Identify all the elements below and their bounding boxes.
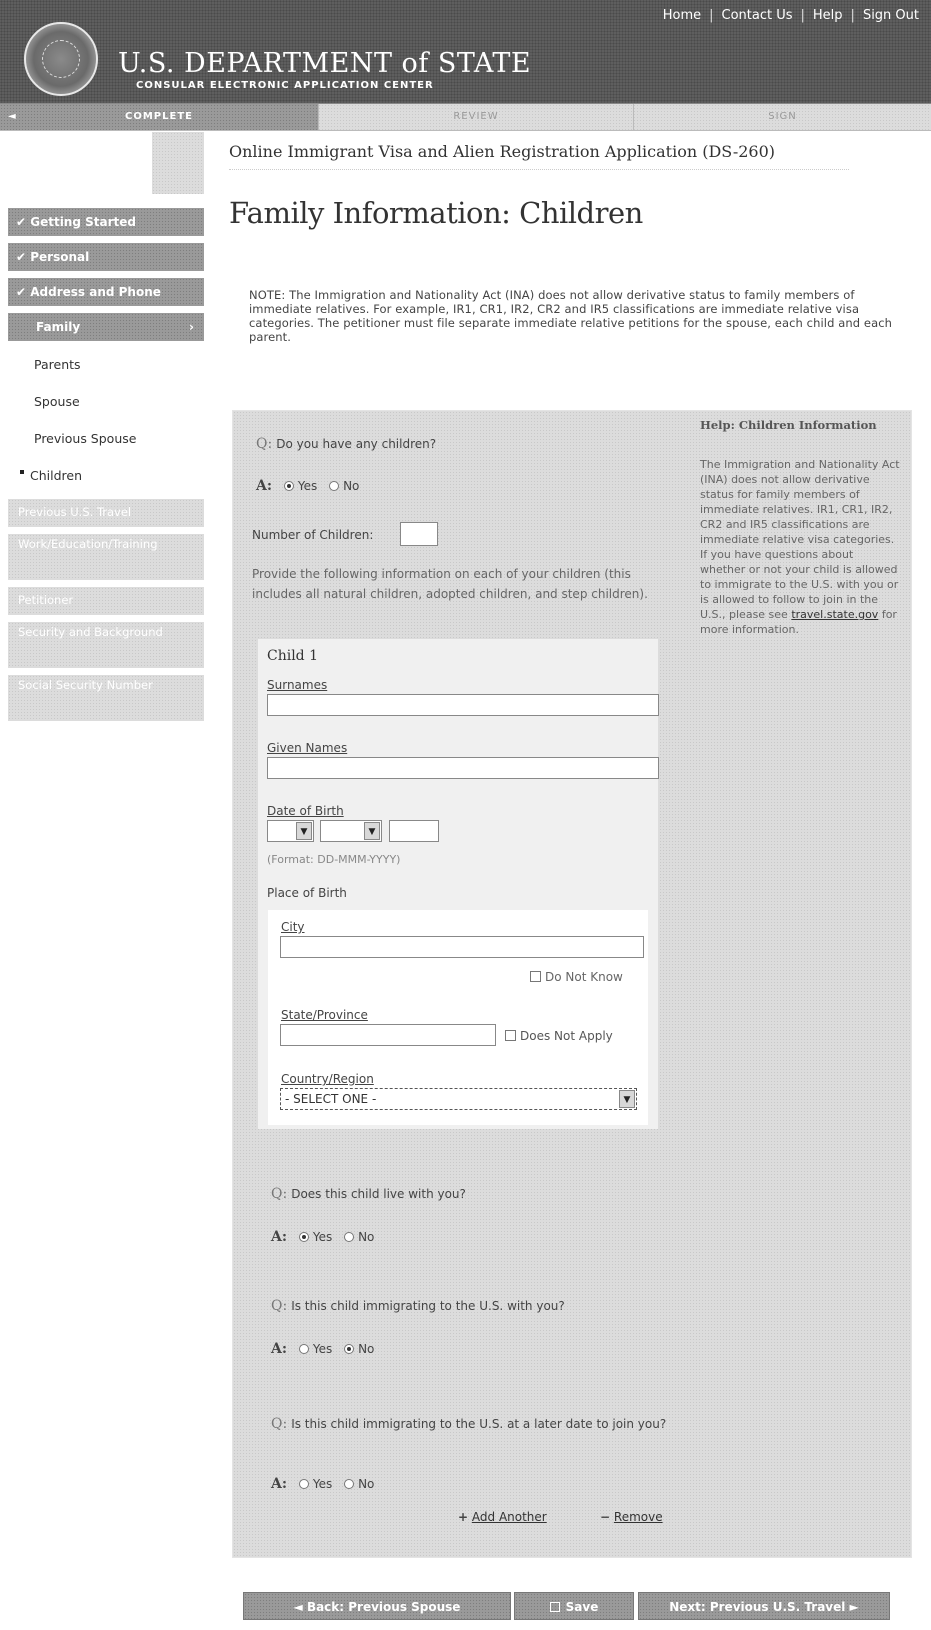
given-names-label: Given Names (267, 741, 348, 755)
live-with-you-no-radio[interactable] (344, 1232, 355, 1242)
sidebar-subitem-parents[interactable]: Parents (8, 351, 204, 388)
chevron-down-icon: ▼ (619, 1090, 635, 1108)
sidebar-item-previous-travel: Previous U.S. Travel (8, 499, 204, 527)
add-another-link[interactable]: Add Another (472, 1510, 547, 1524)
chevron-down-icon: ▼ (296, 822, 312, 840)
next-button[interactable]: Next: Previous U.S. Travel ► (638, 1592, 890, 1620)
progress-bar: ◄ COMPLETE REVIEW SIGN (0, 103, 931, 131)
state-does-not-apply-checkbox[interactable] (505, 1030, 516, 1041)
sidebar-subitem-spouse[interactable]: Spouse (8, 388, 204, 425)
answer-immigrating-with-you: A: Yes No (271, 1341, 375, 1357)
title-decoration (152, 132, 204, 194)
sidebar-item-petitioner: Petitioner (8, 587, 204, 615)
travel-state-gov-link[interactable]: travel.state.gov (791, 608, 878, 621)
answer-have-children: A: Yes No (256, 478, 360, 494)
chevron-down-icon: ▼ (364, 822, 380, 840)
site-header: Home | Contact Us | Help | Sign Out U.S. DEPAR… (0, 0, 931, 103)
state-province-label: State/Province (281, 1008, 368, 1022)
country-region-label: Country/Region (281, 1072, 374, 1086)
save-button[interactable]: Save (514, 1592, 634, 1620)
application-title: Online Immigrant Visa and Alien Registra… (229, 142, 849, 170)
department-title: U.S. DEPARTMENT of STATE (118, 48, 532, 79)
sidebar-subitem-children[interactable]: Children (8, 462, 204, 499)
dob-label: Date of Birth (267, 804, 344, 818)
question-immigrating-with-you: Q: Is this child immigrating to the U.S. … (271, 1298, 565, 1314)
number-of-children-input[interactable] (400, 522, 438, 546)
question-have-children: Q: Do you have any children? (256, 436, 437, 452)
sidebar-subitem-previous-spouse[interactable]: Previous Spouse (8, 425, 204, 462)
city-do-not-know-checkbox[interactable] (530, 971, 541, 982)
surnames-label: Surnames (267, 678, 328, 692)
ina-note: NOTE: The Immigration and Nationality Ac… (249, 288, 893, 344)
add-another-control: + Add Another (458, 1510, 547, 1524)
answer-live-with-you: A: Yes No (271, 1229, 375, 1245)
dob-year-input[interactable] (389, 820, 439, 842)
contact-us-link[interactable]: Contact Us (722, 8, 793, 23)
immigrating-later-no-radio[interactable] (344, 1479, 355, 1489)
page-title: Family Information: Children (229, 196, 643, 230)
plus-icon: + (458, 1510, 469, 1524)
child-title: Child 1 (267, 648, 319, 664)
city-do-not-know: Do Not Know (530, 970, 623, 984)
department-subtitle: CONSULAR ELECTRONIC APPLICATION CENTER (136, 80, 434, 91)
state-province-input[interactable] (280, 1024, 496, 1046)
department-seal-icon (24, 22, 98, 96)
home-link[interactable]: Home (663, 8, 701, 23)
help-link[interactable]: Help (813, 8, 843, 23)
sidebar-item-ssn: Social Security Number (8, 675, 204, 721)
step-review: REVIEW (318, 104, 633, 130)
remove-control: − Remove (600, 1510, 663, 1524)
sidebar-item-family[interactable]: Family › (8, 313, 204, 341)
back-button[interactable]: ◄ Back: Previous Spouse (243, 1592, 511, 1620)
live-with-you-yes-radio[interactable] (298, 1232, 309, 1242)
place-of-birth-label: Place of Birth (267, 886, 347, 900)
top-links: Home | Contact Us | Help | Sign Out (662, 8, 919, 23)
given-names-input[interactable] (267, 757, 659, 779)
surnames-input[interactable] (267, 694, 659, 716)
dob-format-hint: (Format: DD-MMM-YYYY) (267, 853, 401, 866)
number-of-children-label: Number of Children: (252, 528, 374, 542)
immigrating-with-you-yes-radio[interactable] (298, 1344, 309, 1354)
country-region-select[interactable]: - SELECT ONE - ▼ (280, 1088, 637, 1110)
chevron-right-icon: › (189, 320, 194, 334)
state-does-not-apply: Does Not Apply (505, 1029, 613, 1043)
sign-out-link[interactable]: Sign Out (863, 8, 919, 23)
dob-month-select[interactable]: ▼ (320, 820, 382, 842)
remove-link[interactable]: Remove (614, 1510, 663, 1524)
question-live-with-you: Q: Does this child live with you? (271, 1186, 466, 1202)
minus-icon: − (600, 1510, 611, 1524)
have-children-yes-radio[interactable] (283, 481, 294, 491)
city-input[interactable] (280, 936, 644, 958)
step-complete: ◄ COMPLETE (0, 104, 318, 130)
question-immigrating-later: Q: Is this child immigrating to the U.S. … (271, 1416, 667, 1432)
have-children-no-radio[interactable] (329, 481, 340, 491)
save-icon (549, 1602, 560, 1612)
provide-info-text: Provide the following information on eac… (252, 567, 648, 601)
step-sign: SIGN (633, 104, 931, 130)
answer-immigrating-later: A: Yes No (271, 1476, 375, 1492)
sidebar-item-address-phone[interactable]: ✔ Address and Phone (8, 278, 204, 306)
immigrating-later-yes-radio[interactable] (298, 1479, 309, 1489)
number-of-children-row: Number of Children: (252, 528, 373, 542)
city-label: City (281, 920, 305, 934)
help-panel: Help: Children Information The Immigrati… (700, 418, 900, 637)
sidebar-item-security-background: Security and Background (8, 622, 204, 668)
sidebar-item-getting-started[interactable]: ✔ Getting Started (8, 208, 204, 236)
help-body: The Immigration and Nationality Act (INA… (700, 458, 900, 636)
sidebar-item-personal[interactable]: ✔ Personal (8, 243, 204, 271)
immigrating-with-you-no-radio[interactable] (344, 1344, 355, 1354)
sidebar-item-work-education: Work/Education/Training (8, 534, 204, 580)
sidebar-nav: ✔ Getting Started ✔ Personal ✔ Address a… (8, 208, 204, 728)
dob-day-select[interactable]: ▼ (267, 820, 314, 842)
help-title: Help: Children Information (700, 418, 877, 432)
